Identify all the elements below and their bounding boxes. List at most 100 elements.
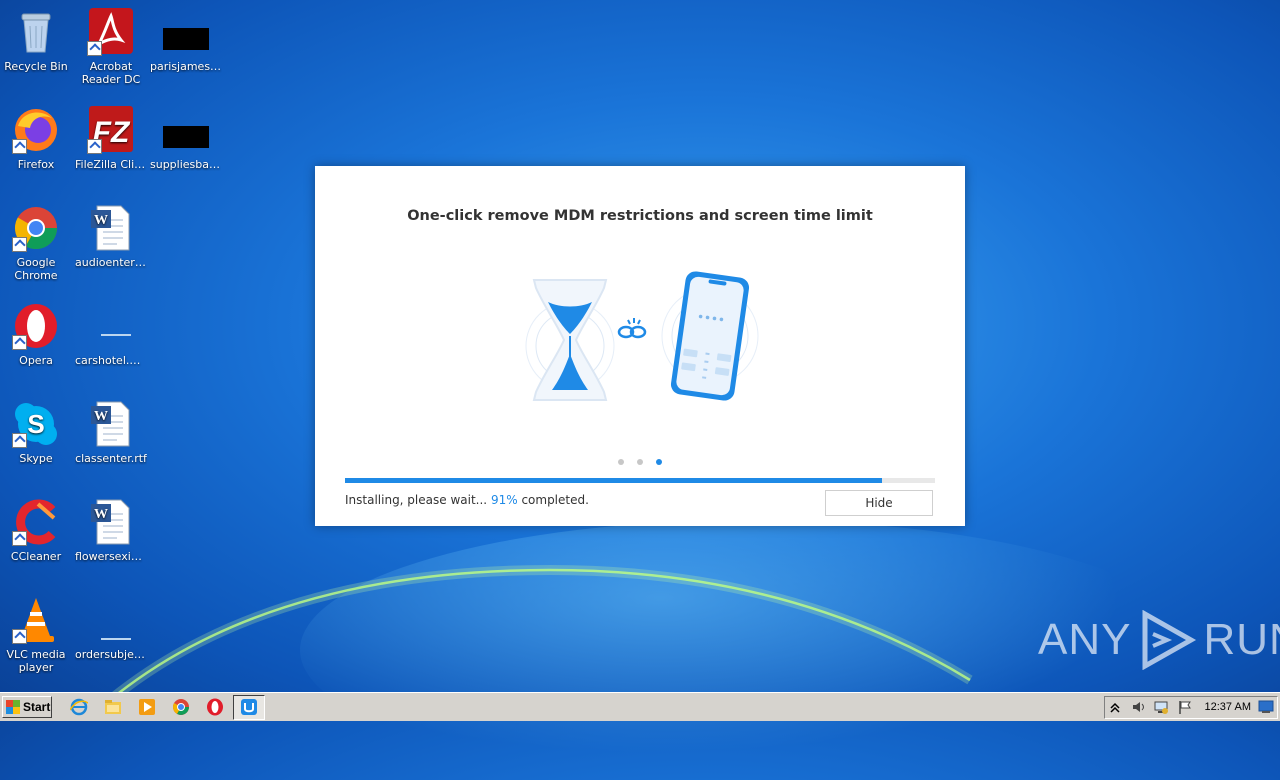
watermark-left: ANY	[1038, 615, 1132, 664]
shortcut-arrow-icon	[12, 335, 27, 350]
internet-explorer-icon[interactable]	[70, 698, 88, 716]
desktop-icon-label: parisjames.jpg	[150, 60, 222, 73]
installer-app-icon	[241, 699, 257, 715]
carousel-indicator	[315, 450, 965, 469]
volume-icon[interactable]	[1131, 699, 1147, 715]
firefox-icon	[12, 106, 60, 154]
svg-text:W: W	[94, 409, 108, 424]
chrome-icon	[12, 204, 60, 252]
desktop-icon-label: Acrobat Reader DC	[81, 60, 141, 86]
taskbar: Start 12:37 AM	[0, 692, 1280, 721]
desktop-icon-firefox[interactable]: Firefox	[0, 106, 72, 171]
shortcut-arrow-icon	[87, 41, 102, 56]
word-document-icon: W	[87, 400, 135, 448]
desktop-icon-label: flowersexis...	[75, 550, 147, 563]
redacted-thumbnail	[163, 126, 209, 148]
shortcut-arrow-icon	[12, 433, 27, 448]
desktop-icon-parisjames[interactable]: parisjames.jpg	[150, 8, 222, 73]
opera-taskbar-icon[interactable]	[206, 698, 224, 716]
status-prefix: Installing, please wait...	[345, 493, 488, 507]
desktop-icon-label: Skype	[19, 452, 53, 465]
desktop-icon-acrobat[interactable]: Acrobat Reader DC	[75, 8, 147, 86]
svg-text:S: S	[27, 409, 44, 439]
shortcut-arrow-icon	[12, 237, 27, 252]
desktop-icon-label: Opera	[19, 354, 53, 367]
shortcut-arrow-icon	[12, 629, 27, 644]
desktop-icon-label: carshotel.png	[75, 354, 147, 367]
installer-dialog: One-click remove MDM restrictions and sc…	[315, 166, 965, 526]
recycle-bin-icon	[12, 8, 60, 56]
flag-icon[interactable]	[1177, 699, 1193, 715]
play-triangle-icon	[1142, 610, 1197, 670]
desktop-icon-skype[interactable]: S Skype	[0, 400, 72, 465]
redacted-thumbnail	[163, 28, 209, 50]
skype-icon: S	[12, 400, 60, 448]
desktop-icon-label: Google Chrome	[14, 256, 58, 282]
taskbar-clock[interactable]: 12:37 AM	[1205, 701, 1251, 713]
desktop-icon-label: classenter.rtf	[75, 452, 147, 465]
desktop-icon-ordersubjec[interactable]: ordersubjec...	[75, 596, 147, 661]
desktop-icon-carshotel[interactable]: carshotel.png	[75, 302, 147, 367]
status-suffix: completed.	[521, 493, 589, 507]
shortcut-arrow-icon	[87, 139, 102, 154]
acrobat-icon	[87, 8, 135, 56]
desktop-icon-ccleaner[interactable]: CCleaner	[0, 498, 72, 563]
chain-link-icon	[617, 318, 647, 339]
desktop-icon-label: audioentert...	[75, 256, 147, 269]
desktop-icon-vlc[interactable]: VLC media player	[0, 596, 72, 674]
desktop-icon-audioentert[interactable]: W audioentert...	[75, 204, 147, 269]
desktop-icon-recycle-bin[interactable]: Recycle Bin	[0, 8, 72, 73]
dialog-title: One-click remove MDM restrictions and sc…	[407, 208, 873, 224]
status-percent: 91%	[490, 493, 518, 507]
watermark-right: RUN	[1203, 615, 1280, 664]
svg-text:W: W	[94, 507, 108, 522]
image-file-icon	[87, 302, 135, 350]
start-button[interactable]: Start	[2, 696, 52, 718]
hide-button[interactable]: Hide	[825, 490, 933, 516]
chrome-taskbar-icon[interactable]	[172, 698, 190, 716]
anyrun-watermark: ANY RUN	[1038, 610, 1280, 670]
desktop-icon-label: CCleaner	[10, 550, 62, 563]
shortcut-arrow-icon	[12, 139, 27, 154]
desktop-icon-suppliesbas[interactable]: suppliesbas...	[150, 106, 222, 171]
install-status: Installing, please wait... 91% completed…	[345, 493, 589, 507]
windows-logo-icon	[6, 700, 20, 714]
network-icon[interactable]	[1153, 699, 1169, 715]
desktop-icon-label: Firefox	[17, 158, 55, 171]
desktop-icon-label: suppliesbas...	[150, 158, 222, 171]
carousel-dot[interactable]	[617, 459, 624, 465]
progress-bar-fill	[345, 478, 882, 483]
wallpaper-streak	[106, 564, 973, 704]
desktop-icon-opera[interactable]: Opera	[0, 302, 72, 367]
word-document-icon: W	[87, 204, 135, 252]
word-document-icon: W	[87, 498, 135, 546]
shortcut-arrow-icon	[12, 531, 27, 546]
hourglass-icon	[525, 279, 615, 401]
file-icon	[87, 596, 135, 644]
svg-text:W: W	[94, 213, 108, 228]
desktop-icon-label: ordersubjec...	[75, 648, 147, 661]
desktop-icon-label: FileZilla Client	[75, 158, 147, 171]
desktop-icon-classenter[interactable]: W classenter.rtf	[75, 400, 147, 465]
ccleaner-icon	[12, 498, 60, 546]
desktop-icon-label: Recycle Bin	[4, 60, 68, 73]
file-explorer-icon[interactable]	[104, 698, 122, 716]
system-tray: 12:37 AM	[1104, 696, 1278, 719]
chevron-up-icon[interactable]	[1109, 700, 1121, 714]
progress-bar	[345, 478, 935, 483]
show-desktop-icon[interactable]	[1258, 700, 1274, 714]
desktop-icon-filezilla[interactable]: FZ FileZilla Client	[75, 106, 147, 171]
desktop-icon-chrome[interactable]: Google Chrome	[0, 204, 72, 282]
filezilla-icon: FZ	[87, 106, 135, 154]
taskbar-active-app[interactable]	[233, 695, 265, 720]
media-player-icon[interactable]	[138, 698, 156, 716]
opera-icon	[12, 302, 60, 350]
phone-icon	[661, 271, 759, 401]
hourglass-phone-illustration	[525, 271, 759, 401]
carousel-dot-active[interactable]	[656, 459, 663, 465]
desktop-icon-label: VLC media player	[6, 648, 66, 674]
vlc-cone-icon	[12, 596, 60, 644]
start-label: Start	[23, 700, 51, 714]
carousel-dot[interactable]	[637, 459, 643, 465]
desktop-icon-flowersexis[interactable]: W flowersexis...	[75, 498, 147, 563]
